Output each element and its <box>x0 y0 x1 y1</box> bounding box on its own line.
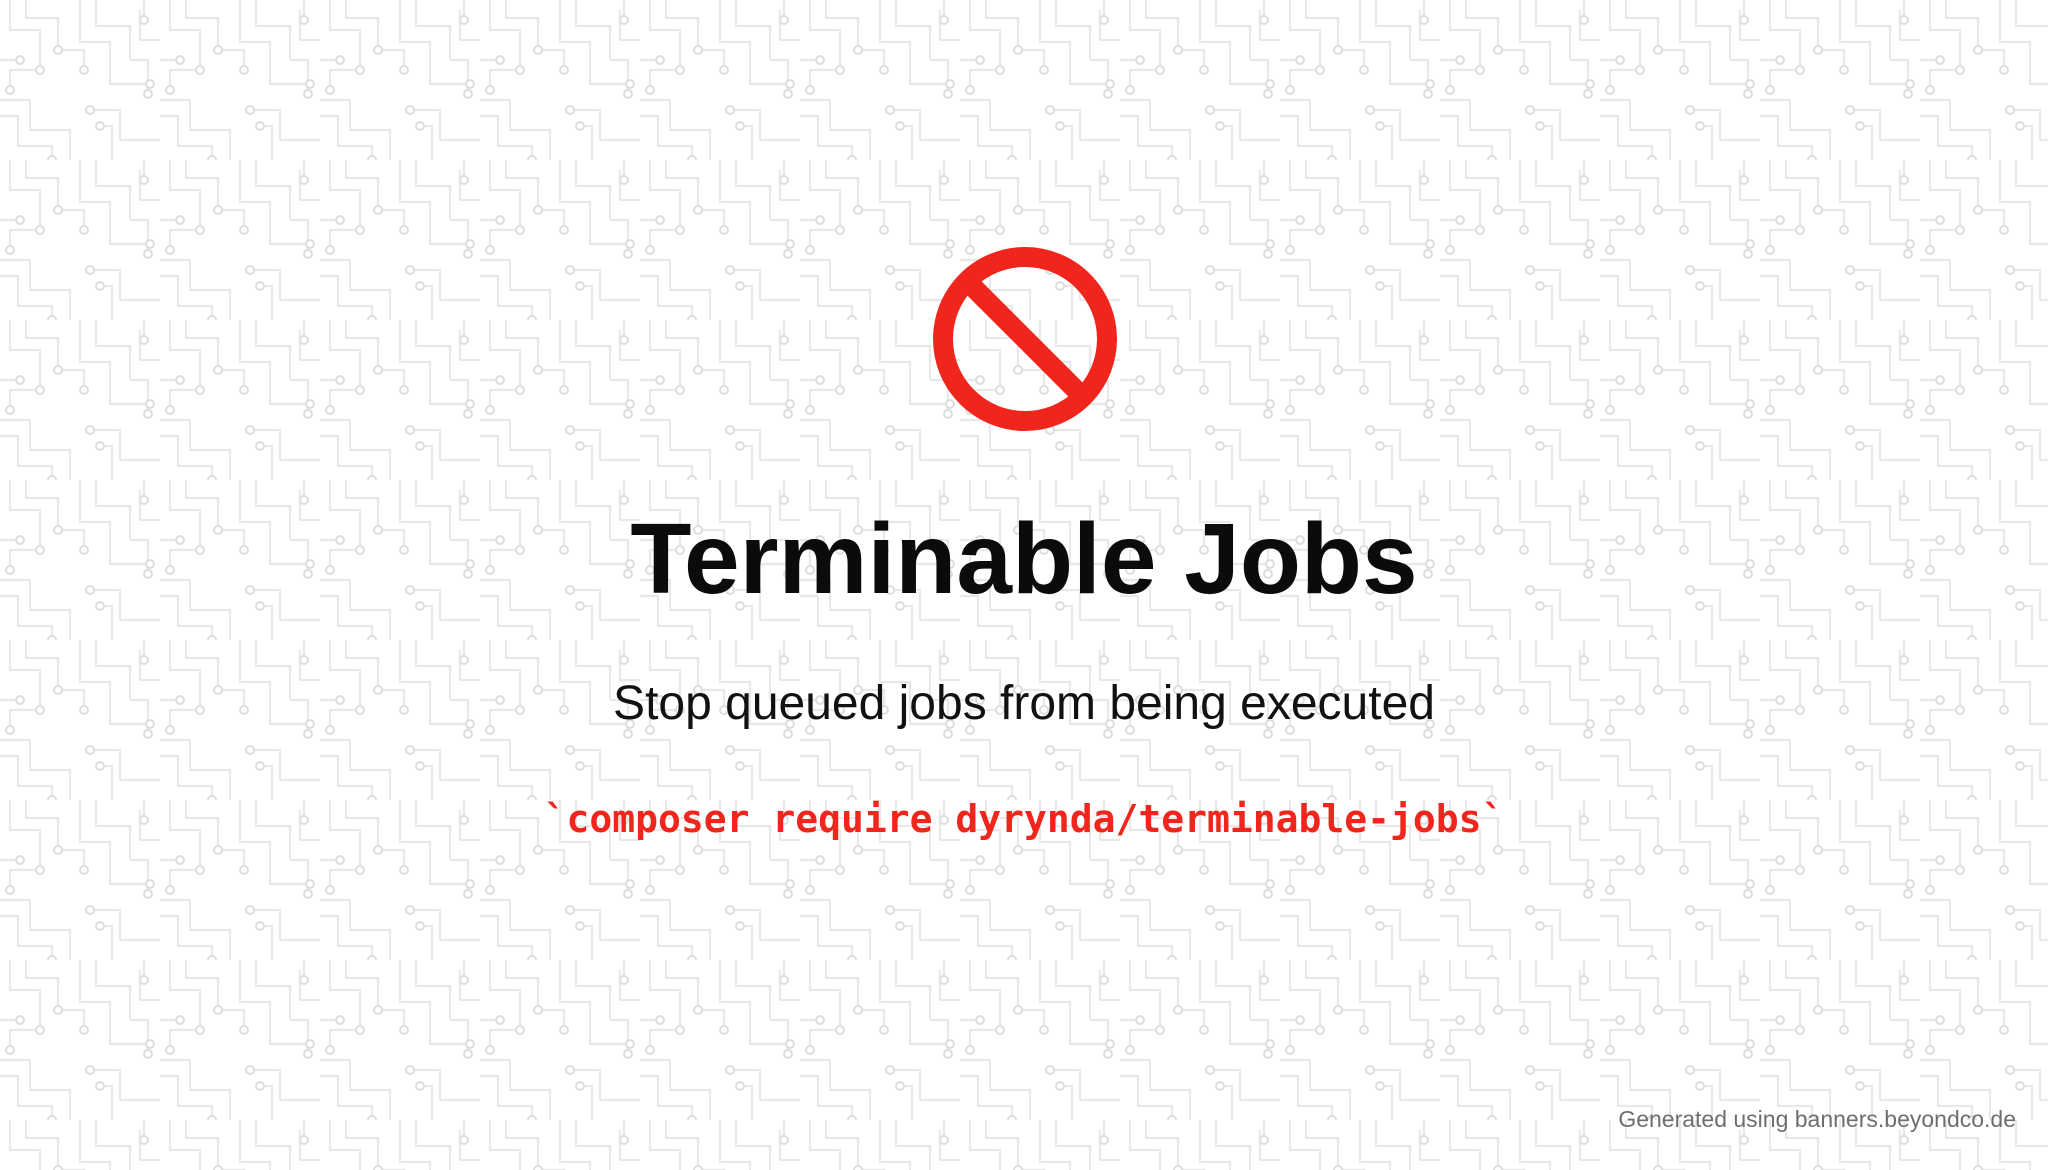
footer-credit: Generated using banners.beyondco.de <box>1618 1106 2016 1132</box>
banner: Terminable Jobs Stop queued jobs from be… <box>0 0 2048 1170</box>
prohibited-icon <box>933 247 1117 431</box>
install-command: `composer require dyrynda/terminable-job… <box>543 797 1505 841</box>
banner-title: Terminable Jobs <box>630 503 1418 615</box>
banner-subtitle: Stop queued jobs from being executed <box>613 677 1435 730</box>
